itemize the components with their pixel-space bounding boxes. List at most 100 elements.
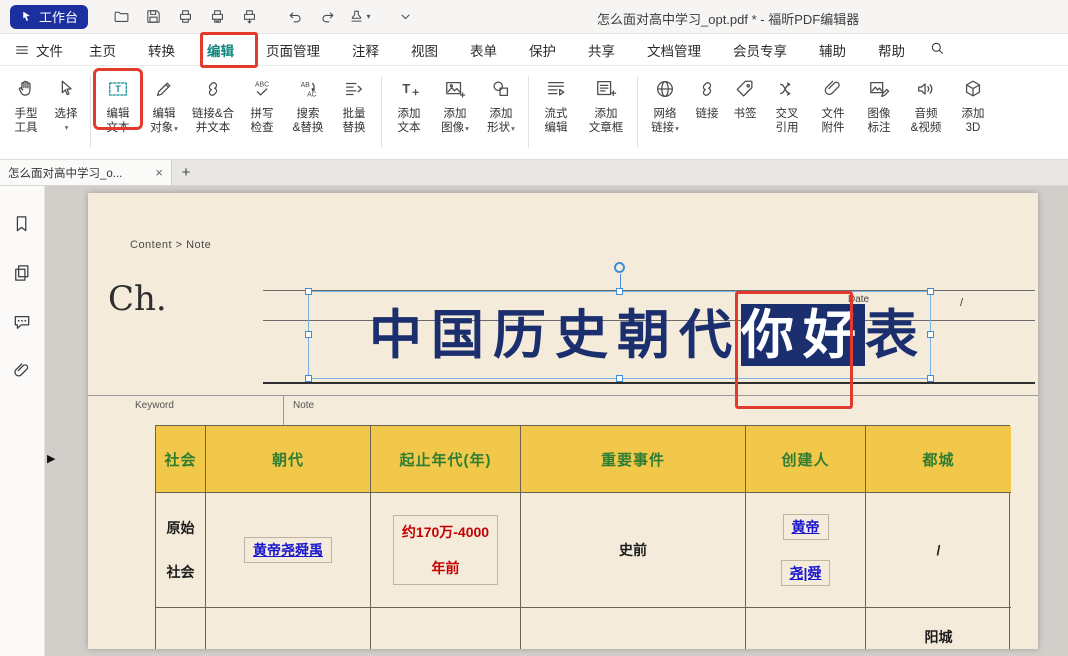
- tool-edit-text[interactable]: T 编辑文本: [95, 72, 141, 135]
- window-title: 怎么面对高中学习_opt.pdf * - 福昕PDF编辑器: [597, 9, 859, 28]
- menu-convert[interactable]: 转换: [132, 34, 191, 66]
- tool-add-shape[interactable]: 添加形状▾: [478, 72, 524, 136]
- save-button[interactable]: [140, 5, 166, 29]
- svg-text:T: T: [115, 84, 121, 94]
- table-cell-events: 史前: [521, 493, 746, 608]
- text-edit-selection-box[interactable]: 中国历史朝代你好表: [308, 291, 931, 379]
- menu-accessibility[interactable]: 辅助: [803, 34, 862, 66]
- tool-cross-reference[interactable]: 交叉引用: [764, 72, 810, 135]
- page-thumbnails-icon[interactable]: [12, 263, 32, 288]
- attachments-panel-icon[interactable]: [12, 361, 32, 386]
- menu-edit[interactable]: 编辑: [191, 34, 250, 66]
- close-tab-icon[interactable]: ×: [155, 165, 163, 180]
- tool-add-3d[interactable]: 添加3D: [950, 72, 996, 135]
- menu-file[interactable]: 文件: [14, 40, 73, 60]
- menu-share[interactable]: 共享: [572, 34, 631, 66]
- redo-button[interactable]: [314, 5, 340, 29]
- chevron-down-icon: ▾: [65, 121, 69, 135]
- navigation-sidebar: [0, 186, 45, 656]
- tool-web-link[interactable]: 网络链接▾: [642, 72, 688, 136]
- tool-spell-check[interactable]: ABC 拼写检查: [239, 72, 285, 135]
- chapter-label: Ch.: [108, 279, 167, 319]
- workspace-button[interactable]: 工作台: [10, 5, 88, 29]
- title-underline: [263, 382, 1035, 384]
- tool-edit-object[interactable]: 编辑对象▾: [141, 72, 187, 136]
- text-box[interactable]: 黄帝: [783, 514, 829, 540]
- menu-help[interactable]: 帮助: [862, 34, 921, 66]
- print-setup-button[interactable]: [236, 5, 262, 29]
- tool-hand[interactable]: 手型工具: [6, 72, 46, 135]
- tool-audio-video[interactable]: 音频&视频: [902, 72, 950, 135]
- tool-bookmark[interactable]: 书签: [726, 72, 764, 121]
- toolbar-separator: [381, 76, 382, 148]
- edit-object-icon: [153, 74, 175, 104]
- search-button[interactable]: [929, 40, 945, 59]
- tool-link[interactable]: 链接: [688, 72, 726, 121]
- foxit-cursor-icon: [20, 10, 33, 23]
- resize-handle-top-right[interactable]: [927, 288, 934, 295]
- menu-member[interactable]: 会员专享: [717, 34, 803, 66]
- menu-doc-management[interactable]: 文档管理: [631, 34, 717, 66]
- pdf-page[interactable]: Content > Note Ch. Date / Keyword Note: [88, 193, 1038, 649]
- document-title-text[interactable]: 中国历史朝代你好表: [309, 304, 927, 366]
- tool-select[interactable]: 选择▾: [46, 72, 86, 135]
- text-box[interactable]: 约170万-4000 年前: [393, 515, 498, 585]
- text-box[interactable]: 尧|舜: [781, 560, 831, 586]
- stamp-tool-button[interactable]: ▾: [346, 5, 372, 29]
- menu-view[interactable]: 视图: [395, 34, 454, 66]
- add-article-box-icon: [595, 74, 617, 104]
- floppy-save-icon: [145, 8, 162, 25]
- tool-add-article-box[interactable]: 添加文章框: [579, 72, 633, 135]
- resize-handle-mid-right[interactable]: [927, 331, 934, 338]
- text-box[interactable]: 黄帝尧舜禹: [244, 537, 332, 563]
- breadcrumb: Content > Note: [130, 239, 211, 251]
- menu-protect[interactable]: 保护: [513, 34, 572, 66]
- menu-page-management[interactable]: 页面管理: [250, 34, 336, 66]
- resize-handle-top-left[interactable]: [305, 288, 312, 295]
- tool-flow-edit[interactable]: 流式编辑: [533, 72, 579, 135]
- tool-file-attachment[interactable]: 文件附件: [810, 72, 856, 135]
- chevron-down-icon: ▾: [465, 124, 469, 133]
- resize-handle-top-center[interactable]: [616, 288, 623, 295]
- image-annotation-icon: [868, 74, 890, 104]
- quick-print-button[interactable]: [204, 5, 230, 29]
- document-viewport[interactable]: ▶ Content > Note Ch. Date / Keyword Note: [45, 186, 1068, 656]
- table-header-dynasty: 朝代: [206, 426, 371, 493]
- tool-add-image[interactable]: 添加图像▾: [432, 72, 478, 136]
- tool-link-merge-text[interactable]: 链接&合并文本: [187, 72, 239, 135]
- note-label: Note: [293, 400, 314, 411]
- menu-form[interactable]: 表单: [454, 34, 513, 66]
- tool-image-annotation[interactable]: 图像标注: [856, 72, 902, 135]
- keyword-note-divider: [283, 395, 284, 425]
- menu-home[interactable]: 主页: [73, 34, 132, 66]
- web-link-icon: [654, 74, 676, 104]
- print-button[interactable]: [172, 5, 198, 29]
- add-3d-icon: [962, 74, 984, 104]
- folder-icon: [113, 8, 130, 25]
- panel-expand-arrow[interactable]: ▶: [47, 452, 55, 465]
- menu-comment[interactable]: 注释: [336, 34, 395, 66]
- undo-button[interactable]: [282, 5, 308, 29]
- new-tab-button[interactable]: +: [172, 160, 200, 185]
- printer-arrow-icon: [241, 8, 258, 25]
- document-tab[interactable]: 怎么面对高中学习_o... ×: [0, 160, 172, 185]
- resize-handle-bottom-right[interactable]: [927, 375, 934, 382]
- stamp-icon: [348, 8, 365, 25]
- open-file-button[interactable]: [108, 5, 134, 29]
- resize-handle-bottom-center[interactable]: [616, 375, 623, 382]
- comments-panel-icon[interactable]: [12, 312, 32, 337]
- resize-handle-bottom-left[interactable]: [305, 375, 312, 382]
- toolbar-options-button[interactable]: [392, 5, 418, 29]
- table-header-founder: 创建人: [746, 426, 866, 493]
- tool-add-text[interactable]: T 添加文本: [386, 72, 432, 135]
- table-cell-capital: /: [866, 493, 1011, 608]
- toolbar-separator: [637, 76, 638, 148]
- bookmarks-panel-icon[interactable]: [12, 214, 32, 239]
- search-replace-icon: ABAC: [297, 74, 319, 104]
- tool-batch-replace[interactable]: 批量替换: [331, 72, 377, 135]
- document-tab-bar: 怎么面对高中学习_o... × +: [0, 160, 1068, 186]
- link-icon: [696, 74, 718, 104]
- tool-search-replace[interactable]: ABAC 搜索&替换: [285, 72, 331, 135]
- batch-replace-icon: [343, 74, 365, 104]
- rotation-handle[interactable]: [614, 262, 625, 273]
